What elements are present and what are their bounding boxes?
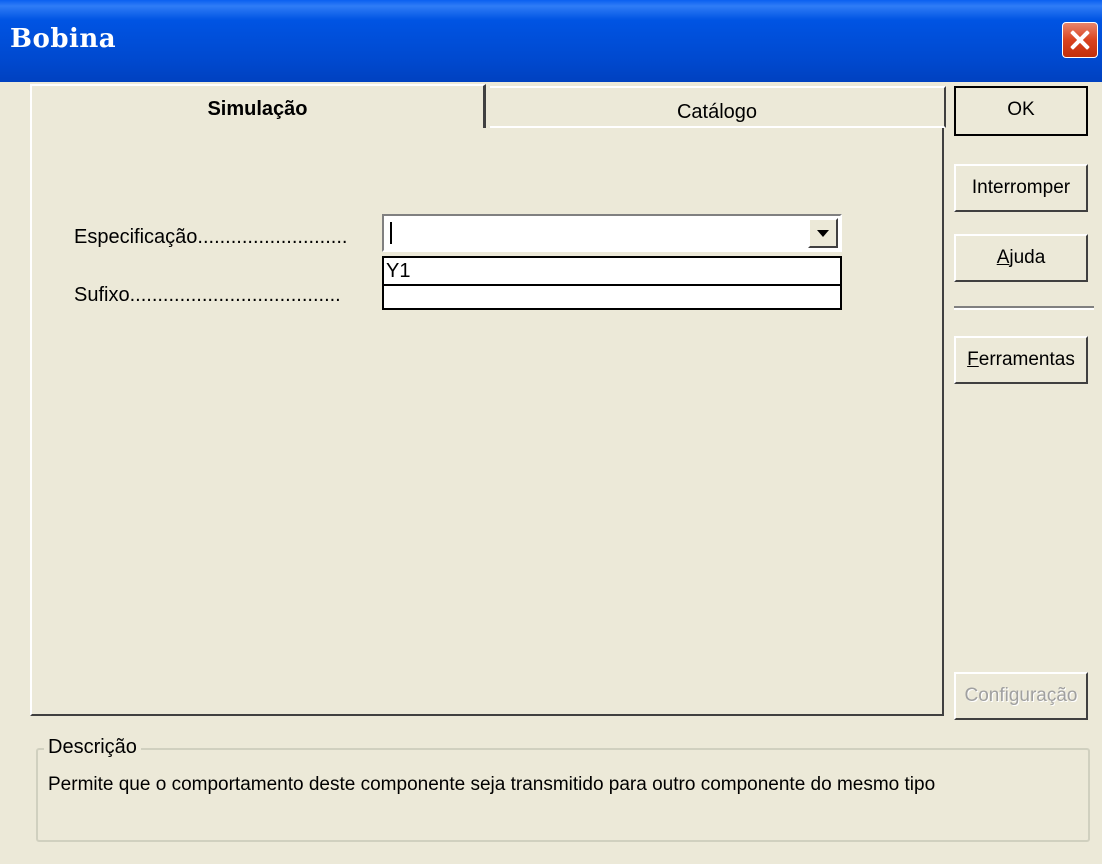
tab-simulacao[interactable]: Simulação xyxy=(30,84,486,128)
ajuda-label-rest: juda xyxy=(1009,247,1046,268)
descricao-text: Permite que o comportamento deste compon… xyxy=(48,774,936,795)
ajuda-mnemonic: A xyxy=(996,247,1010,268)
configuracao-button: Configuração xyxy=(954,672,1088,720)
ok-button[interactable]: OK xyxy=(954,86,1088,136)
chevron-down-icon[interactable] xyxy=(808,218,838,248)
title-bar[interactable]: Bobina xyxy=(0,0,1102,82)
text-caret xyxy=(390,222,392,244)
interromper-button[interactable]: Interromper xyxy=(954,164,1088,212)
sufixo-label: Sufixo..................................… xyxy=(74,284,341,306)
especificacao-dropdown-list[interactable]: Y1 xyxy=(382,256,842,310)
descricao-label: Descrição xyxy=(44,736,141,759)
ferramentas-label-rest: erramentas xyxy=(978,349,1075,370)
especificacao-label: Especificação........................... xyxy=(74,226,348,248)
close-icon[interactable] xyxy=(1062,22,1098,58)
especificacao-combobox[interactable] xyxy=(382,214,842,252)
dropdown-option-y1[interactable]: Y1 xyxy=(386,260,410,283)
ferramentas-button[interactable]: Ferramentas xyxy=(954,336,1088,384)
window-title: Bobina xyxy=(10,24,117,54)
dialog-window: Bobina Simulação Catálogo Especificação.… xyxy=(0,0,1102,864)
ferramentas-mnemonic: F xyxy=(967,349,979,370)
ajuda-button[interactable]: Ajuda xyxy=(954,234,1088,282)
button-separator xyxy=(954,306,1094,310)
dropdown-separator xyxy=(384,284,840,286)
tab-catalogo[interactable]: Catálogo xyxy=(490,86,946,128)
